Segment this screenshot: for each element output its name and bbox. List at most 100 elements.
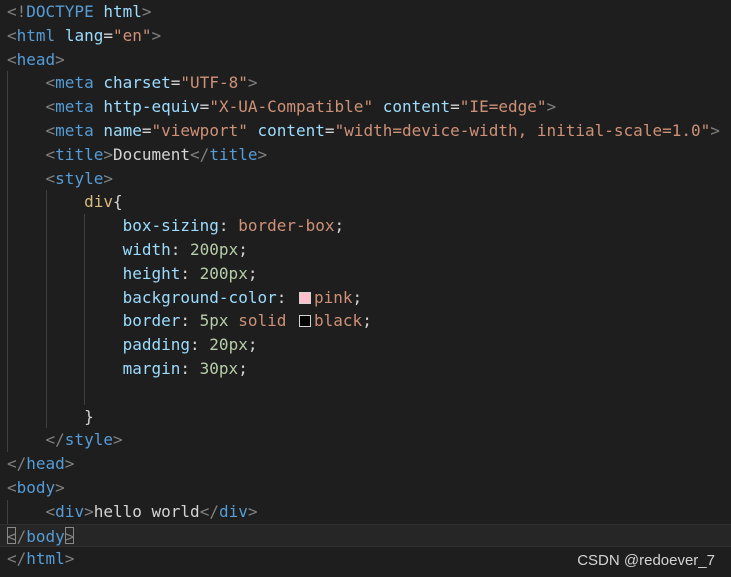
code-line[interactable]: border: 5px solid black; bbox=[0, 309, 731, 333]
code-token: </ bbox=[190, 144, 210, 164]
code-line[interactable]: <body> bbox=[0, 476, 731, 500]
code-line[interactable]: div{ bbox=[0, 190, 731, 214]
code-token: = bbox=[199, 97, 210, 117]
code-token: </ bbox=[45, 430, 65, 450]
code-token: title bbox=[209, 144, 258, 164]
code-token: : bbox=[180, 263, 200, 283]
code-token: : bbox=[276, 287, 296, 307]
code-text: <head> bbox=[7, 48, 65, 72]
code-line[interactable]: background-color: pink; bbox=[0, 286, 731, 310]
code-token: </ bbox=[7, 454, 27, 474]
code-text: width: 200px; bbox=[7, 238, 248, 262]
bracket-match-open bbox=[7, 527, 16, 545]
code-line[interactable]: </head> bbox=[0, 452, 731, 476]
code-token: > bbox=[247, 501, 258, 521]
indent-guide bbox=[84, 214, 86, 405]
code-token: 200px bbox=[199, 263, 248, 283]
code-token: html bbox=[16, 25, 56, 45]
code-editor[interactable]: <!DOCTYPE html> <html lang="en"> <head> <m… bbox=[0, 0, 731, 577]
code-token: > bbox=[103, 168, 113, 188]
code-token: > bbox=[257, 144, 268, 164]
code-line[interactable]: <head> bbox=[0, 48, 731, 72]
code-token: = bbox=[103, 25, 113, 45]
code-token: black bbox=[314, 311, 363, 331]
code-token: content bbox=[382, 97, 451, 117]
code-token: margin bbox=[122, 359, 181, 378]
code-token: "X-UA-Compatible" bbox=[209, 97, 374, 117]
code-token: < bbox=[7, 478, 17, 497]
color-swatch-icon[interactable] bbox=[299, 315, 312, 328]
code-text: } bbox=[7, 405, 94, 429]
code-token: </ bbox=[199, 501, 219, 521]
code-token: ; bbox=[247, 335, 258, 355]
code-token: div bbox=[218, 501, 248, 521]
code-text: <meta charset="UTF-8"> bbox=[7, 71, 258, 95]
code-line[interactable]: </body> bbox=[0, 523, 731, 548]
code-token: > bbox=[710, 121, 720, 140]
code-text: div{ bbox=[7, 190, 123, 214]
code-token: </ bbox=[7, 549, 27, 569]
code-line[interactable]: <title>Document</title> bbox=[0, 143, 731, 167]
code-line[interactable]: margin: 30px; bbox=[0, 357, 731, 381]
code-token: "UTF-8" bbox=[180, 73, 248, 93]
code-token: "IE=edge" bbox=[459, 97, 547, 117]
code-text: </html> bbox=[7, 547, 74, 571]
code-text: </head> bbox=[7, 452, 74, 476]
indent-guide bbox=[7, 499, 8, 524]
code-text: <html lang="en"> bbox=[7, 24, 161, 48]
code-token: = bbox=[170, 73, 181, 93]
code-line[interactable]: <meta http-equiv="X-UA-Compatible" conte… bbox=[0, 95, 731, 119]
code-line[interactable]: } bbox=[0, 405, 731, 429]
code-token: pink bbox=[313, 287, 353, 307]
code-line[interactable]: height: 200px; bbox=[0, 262, 731, 286]
color-swatch-icon[interactable] bbox=[298, 291, 311, 304]
code-token: width bbox=[122, 240, 171, 259]
code-line[interactable]: padding: 20px; bbox=[0, 333, 731, 357]
code-text: <meta http-equiv="X-UA-Compatible" conte… bbox=[7, 95, 557, 119]
code-line[interactable] bbox=[0, 381, 731, 405]
code-token: style bbox=[64, 430, 113, 450]
code-line[interactable]: box-sizing: border-box; bbox=[0, 214, 731, 238]
code-token: title bbox=[55, 144, 104, 164]
code-token: > bbox=[64, 454, 75, 474]
code-token: > bbox=[55, 478, 65, 497]
code-token: background-color bbox=[122, 287, 277, 307]
code-token: <! bbox=[7, 2, 27, 21]
code-token: > bbox=[151, 25, 162, 45]
code-token: body bbox=[16, 478, 56, 497]
code-line[interactable]: width: 200px; bbox=[0, 238, 731, 262]
code-text: <body> bbox=[7, 476, 65, 500]
code-line[interactable]: <style> bbox=[0, 167, 731, 191]
code-line[interactable]: </style> bbox=[0, 428, 731, 452]
indent-guide bbox=[45, 190, 47, 429]
code-line[interactable]: <!DOCTYPE html> bbox=[0, 0, 731, 24]
code-text: border: 5px solid black; bbox=[7, 309, 372, 333]
code-token: < bbox=[45, 73, 56, 93]
code-token: style bbox=[55, 168, 104, 188]
code-token: height bbox=[122, 263, 181, 283]
code-token: html bbox=[103, 2, 142, 21]
code-text: background-color: pink; bbox=[7, 286, 363, 310]
code-token: content bbox=[257, 121, 325, 140]
code-token: meta bbox=[55, 121, 94, 140]
code-line[interactable]: <meta charset="UTF-8"> bbox=[0, 71, 731, 95]
code-token: html bbox=[26, 549, 65, 569]
watermark: CSDN @redoever_7 bbox=[577, 552, 715, 569]
code-token: http-equiv bbox=[103, 97, 200, 117]
code-line[interactable]: <meta name="viewport" content="width=dev… bbox=[0, 119, 731, 143]
code-line[interactable]: <div>hello world</div> bbox=[0, 500, 731, 524]
bracket-match-close bbox=[64, 527, 74, 545]
code-token: < bbox=[45, 501, 56, 521]
code-line[interactable]: <html lang="en"> bbox=[0, 24, 731, 48]
